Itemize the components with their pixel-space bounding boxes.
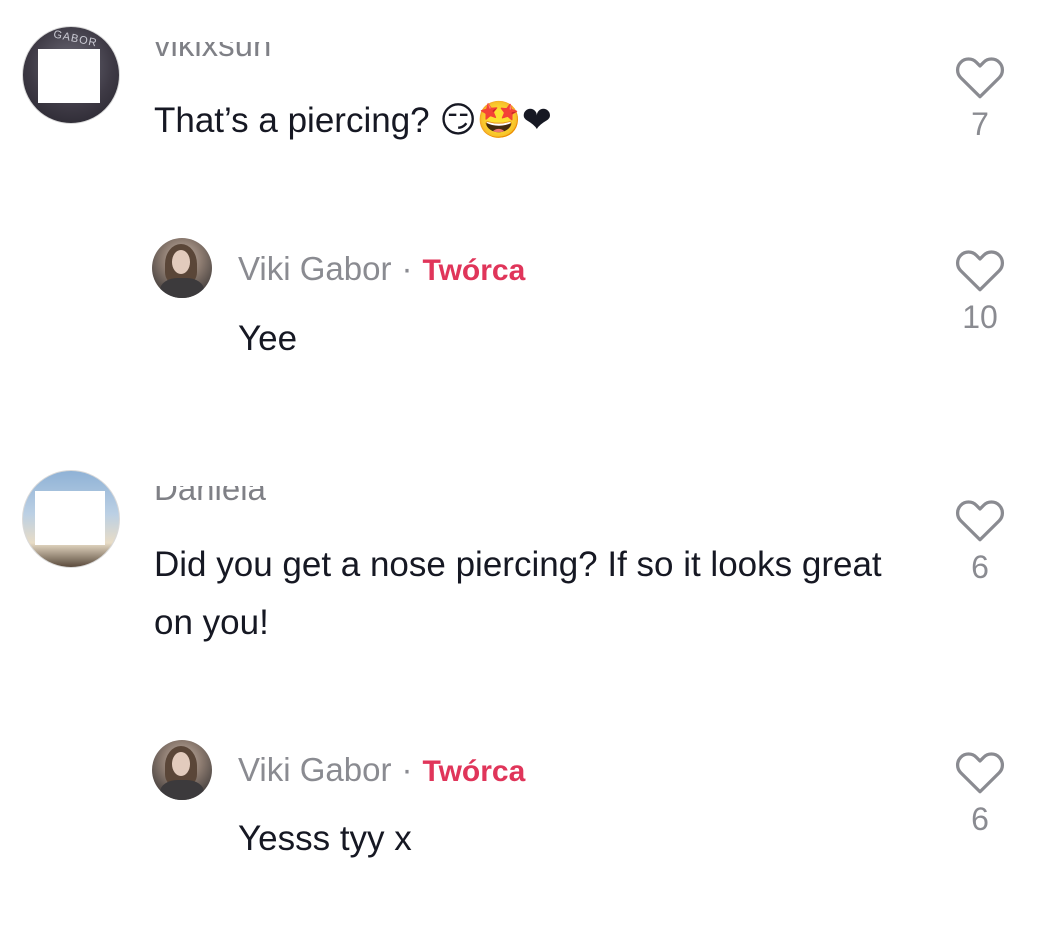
creator-badge: Twórca <box>422 254 526 287</box>
like-count: 7 <box>971 106 989 142</box>
like-button[interactable]: 6 <box>950 747 1010 838</box>
avatar[interactable] <box>22 470 120 568</box>
like-button[interactable]: 10 <box>950 245 1010 336</box>
comment-username-row: Viki Gabor · Twórca <box>238 751 525 789</box>
comment-username[interactable]: Daniela <box>154 486 266 504</box>
comment-text: Yesss tyy x <box>238 819 412 858</box>
like-count: 6 <box>971 801 989 837</box>
avatar-censor-block <box>38 49 100 103</box>
heart-outline-icon <box>955 752 1005 794</box>
comment-username[interactable]: vikixsun <box>154 42 271 60</box>
like-button[interactable]: 6 <box>950 495 1010 586</box>
avatar-text: GABOR <box>52 28 99 50</box>
comment-username-row: Viki Gabor · Twórca <box>238 250 525 288</box>
like-count: 6 <box>971 549 989 585</box>
comment-username[interactable]: Viki Gabor <box>238 751 391 788</box>
comment-text: That’s a piercing? 😏🤩❤ <box>154 100 552 141</box>
comment-emojis: 😏🤩❤ <box>439 100 552 141</box>
heart-outline-icon <box>955 57 1005 99</box>
avatar[interactable]: GABOR <box>22 26 120 124</box>
avatar-censor-block <box>35 491 105 545</box>
heart-outline-icon <box>955 500 1005 542</box>
comment-text: Yee <box>238 319 298 358</box>
separator-dot: · <box>401 751 413 788</box>
comment-text: Did you get a nose piercing? If so it lo… <box>154 545 882 642</box>
avatar[interactable] <box>152 740 212 800</box>
separator-dot: · <box>401 250 413 287</box>
like-count: 10 <box>962 299 998 335</box>
heart-outline-icon <box>955 250 1005 292</box>
like-button[interactable]: 7 <box>950 52 1010 143</box>
creator-badge: Twórca <box>422 755 526 788</box>
comment-username[interactable]: Viki Gabor <box>238 250 391 287</box>
avatar[interactable] <box>152 238 212 298</box>
